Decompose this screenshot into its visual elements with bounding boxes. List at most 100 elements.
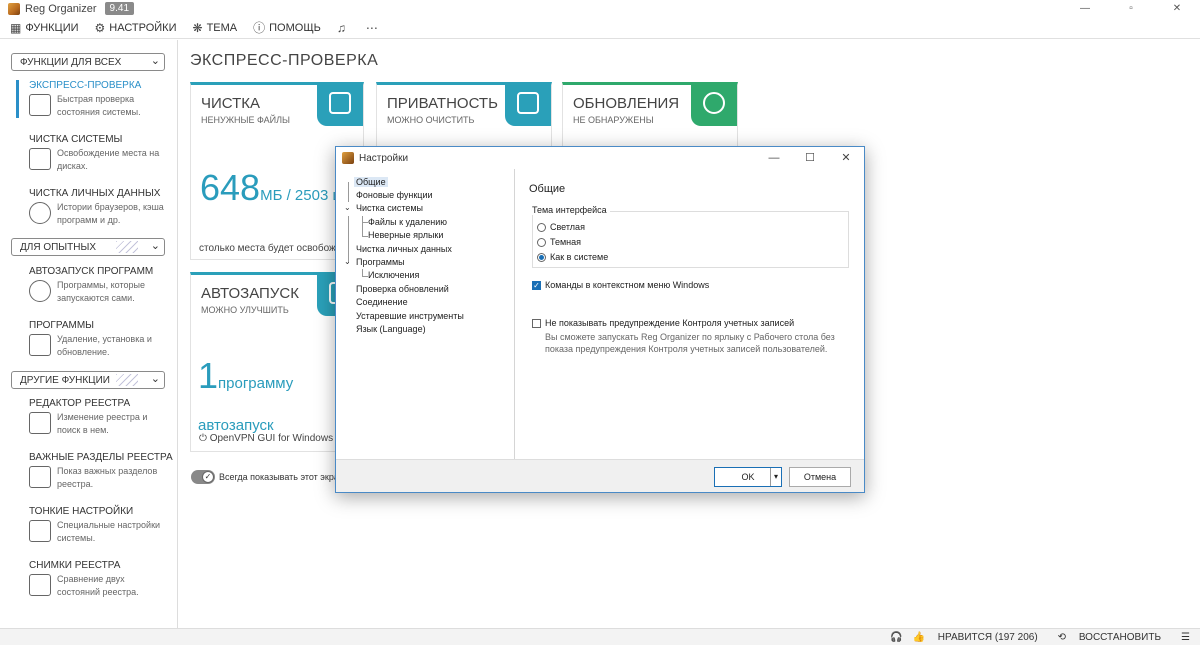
group-header-advanced[interactable]: ДЛЯ ОПЫТНЫХ ⌄ [11, 238, 165, 256]
close-button[interactable]: ✕ [1154, 0, 1200, 17]
group-header-label: ФУНКЦИИ ДЛЯ ВСЕХ [20, 56, 122, 68]
sidebar-item-desc: Быстрая проверка состояния системы. [57, 94, 141, 117]
radio-button[interactable] [537, 237, 546, 247]
cancel-button[interactable]: Отмена [789, 467, 851, 487]
card-updates[interactable]: ОБНОВЛЕНИЯ НЕ ОБНАРУЖЕНЫ [562, 82, 738, 152]
uac-help-text: Вы сможете запускать Reg Organizer по яр… [545, 332, 835, 354]
grid-icon: ▦ [10, 20, 22, 35]
theme-legend: Тема интерфейса [532, 205, 610, 215]
tree-item-general[interactable]: Общие [354, 177, 388, 187]
app-logo-icon [8, 2, 20, 15]
uac-checkbox[interactable] [532, 318, 541, 328]
radio-button[interactable] [537, 252, 546, 262]
menu-help[interactable]: ⓘ ПОМОЩЬ [253, 19, 321, 36]
group-header-label: ДЛЯ ОПЫТНЫХ [20, 241, 97, 253]
sidebar-item-title: ТОНКИЕ НАСТРОЙКИ [29, 506, 134, 517]
tree-expand-icon[interactable]: ⌄ [344, 257, 351, 266]
registry-icon [29, 412, 51, 434]
theme-option-system[interactable]: Как в системе [537, 252, 608, 262]
context-menu-checkbox[interactable]: ✓ [532, 280, 541, 290]
radio-button[interactable] [537, 222, 546, 232]
uac-label: Не показывать предупреждение Контроля уч… [545, 318, 795, 328]
card-title: ОБНОВЛЕНИЯ [573, 95, 680, 112]
tree-item-files-to-delete[interactable]: Файлы к удалению [368, 217, 447, 227]
sidebar-item-desc: Программы, которые запускаются сами. [57, 280, 145, 303]
group-header-other[interactable]: ДРУГИЕ ФУНКЦИИ ⌄ [11, 371, 165, 389]
card-footer: ⏻ OpenVPN GUI for Windows [199, 433, 333, 444]
menu-theme-label: ТЕМА [206, 21, 238, 34]
theme-option-label: Светлая [550, 222, 585, 232]
tree-item-personal-data[interactable]: Чистка личных данных [356, 244, 452, 254]
tweaks-icon [29, 520, 51, 542]
menu-notifications[interactable]: ♫ [337, 21, 350, 35]
privacy-shield-icon [517, 92, 539, 114]
menu-more[interactable]: ⋯ [366, 21, 382, 35]
chevron-down-icon: ⌄ [150, 373, 160, 385]
privacy-icon [29, 202, 51, 224]
tree-item-bad-shortcuts[interactable]: Неверные ярлыки [368, 230, 443, 240]
menu-theme[interactable]: ❋ ТЕМА [193, 21, 238, 35]
always-show-toggle[interactable]: ✓ [191, 470, 215, 484]
dialog-minimize-button[interactable]: — [756, 147, 792, 169]
tree-item-legacy-tools[interactable]: Устаревшие инструменты [356, 311, 464, 321]
sidebar-item-desc: Удаление, установка и обновление. [57, 334, 152, 357]
theme-option-label: Темная [550, 237, 582, 247]
card-title: ЧИСТКА [201, 95, 261, 112]
card-title: ПРИВАТНОСТЬ [387, 95, 498, 112]
menu-functions[interactable]: ▦ ФУНКЦИИ [10, 21, 79, 35]
settings-tree: Общие Фоновые функции ⌄ Чистка системы Ф… [337, 169, 515, 459]
box-icon [29, 334, 51, 356]
card-number: 1 [198, 355, 219, 396]
gear-icon: ⚙ [94, 20, 106, 35]
toggle-check-icon: ✓ [202, 471, 214, 483]
tree-item-exclusions[interactable]: Исключения [368, 270, 419, 280]
maximize-button[interactable]: ▫ [1108, 0, 1154, 17]
check-icon [29, 94, 51, 116]
broom-icon [329, 92, 351, 114]
theme-option-light[interactable]: Светлая [537, 222, 585, 232]
card-privacy[interactable]: ПРИВАТНОСТЬ МОЖНО ОЧИСТИТЬ [376, 82, 552, 152]
decor-stripes [116, 241, 138, 253]
card-badge [317, 82, 363, 126]
group-header-all[interactable]: ФУНКЦИИ ДЛЯ ВСЕХ ⌄ [11, 53, 165, 71]
version-badge: 9.41 [104, 2, 135, 15]
menu-icon[interactable]: ☰ [1181, 632, 1190, 643]
sidebar-item-title: ЧИСТКА ЛИЧНЫХ ДАННЫХ [29, 188, 161, 199]
thumbs-up-icon: 👍 [912, 631, 925, 643]
theme-option-dark[interactable]: Темная [537, 237, 581, 247]
sidebar-item-desc: Освобождение места на дисках. [57, 148, 160, 171]
card-subtitle: НЕ ОБНАРУЖЕНЫ [573, 115, 654, 125]
card-subtitle: НЕНУЖНЫЕ ФАЙЛЫ [201, 115, 290, 125]
ok-dropdown-icon[interactable]: ▾ [770, 468, 781, 486]
restore-label: ВОССТАНОВИТЬ [1078, 631, 1162, 643]
dialog-app-icon [342, 152, 354, 164]
menu-settings[interactable]: ⚙ НАСТРОЙКИ [95, 21, 177, 35]
minimize-button[interactable]: — [1062, 0, 1108, 17]
card-footer: столько места будет освобожд [199, 243, 342, 254]
status-bar: 🎧 👍 НРАВИТСЯ (197 206) ⟲ ВОССТАНОВИТЬ ☰ [0, 628, 1200, 645]
active-indicator [16, 80, 19, 118]
tree-item-language[interactable]: Язык (Language) [356, 324, 426, 334]
palette-icon: ❋ [192, 20, 203, 35]
cloud-check-icon [703, 92, 725, 114]
dialog-close-button[interactable]: ✕ [828, 147, 864, 169]
restore-button[interactable]: ⟲ ВОССТАНОВИТЬ [1058, 632, 1171, 643]
headset-icon[interactable]: 🎧 [890, 632, 902, 643]
like-button[interactable]: 👍 НРАВИТСЯ (197 206) [913, 632, 1048, 643]
card-badge [691, 82, 737, 126]
tree-item-programs[interactable]: Программы [356, 257, 405, 267]
ok-button[interactable]: OK ▾ [714, 467, 782, 487]
tree-item-system-cleaning[interactable]: Чистка системы [356, 203, 423, 213]
uac-checkbox-row[interactable]: Не показывать предупреждение Контроля уч… [532, 318, 794, 328]
decor-stripes [116, 374, 138, 386]
like-label: НРАВИТСЯ (197 206) [937, 631, 1038, 643]
tree-item-connection[interactable]: Соединение [356, 297, 408, 307]
app-title: Reg Organizer [25, 2, 97, 15]
tree-expand-icon[interactable]: ⌄ [344, 203, 351, 212]
context-menu-checkbox-row[interactable]: ✓ Команды в контекстном меню Windows [532, 280, 709, 290]
tree-item-update-check[interactable]: Проверка обновлений [356, 284, 449, 294]
tree-item-background[interactable]: Фоновые функции [356, 190, 433, 200]
dialog-maximize-button[interactable]: ☐ [792, 147, 828, 169]
card-title: АВТОЗАПУСК [201, 285, 299, 302]
dialog-title-bar: Настройки — ☐ ✕ [336, 147, 864, 169]
